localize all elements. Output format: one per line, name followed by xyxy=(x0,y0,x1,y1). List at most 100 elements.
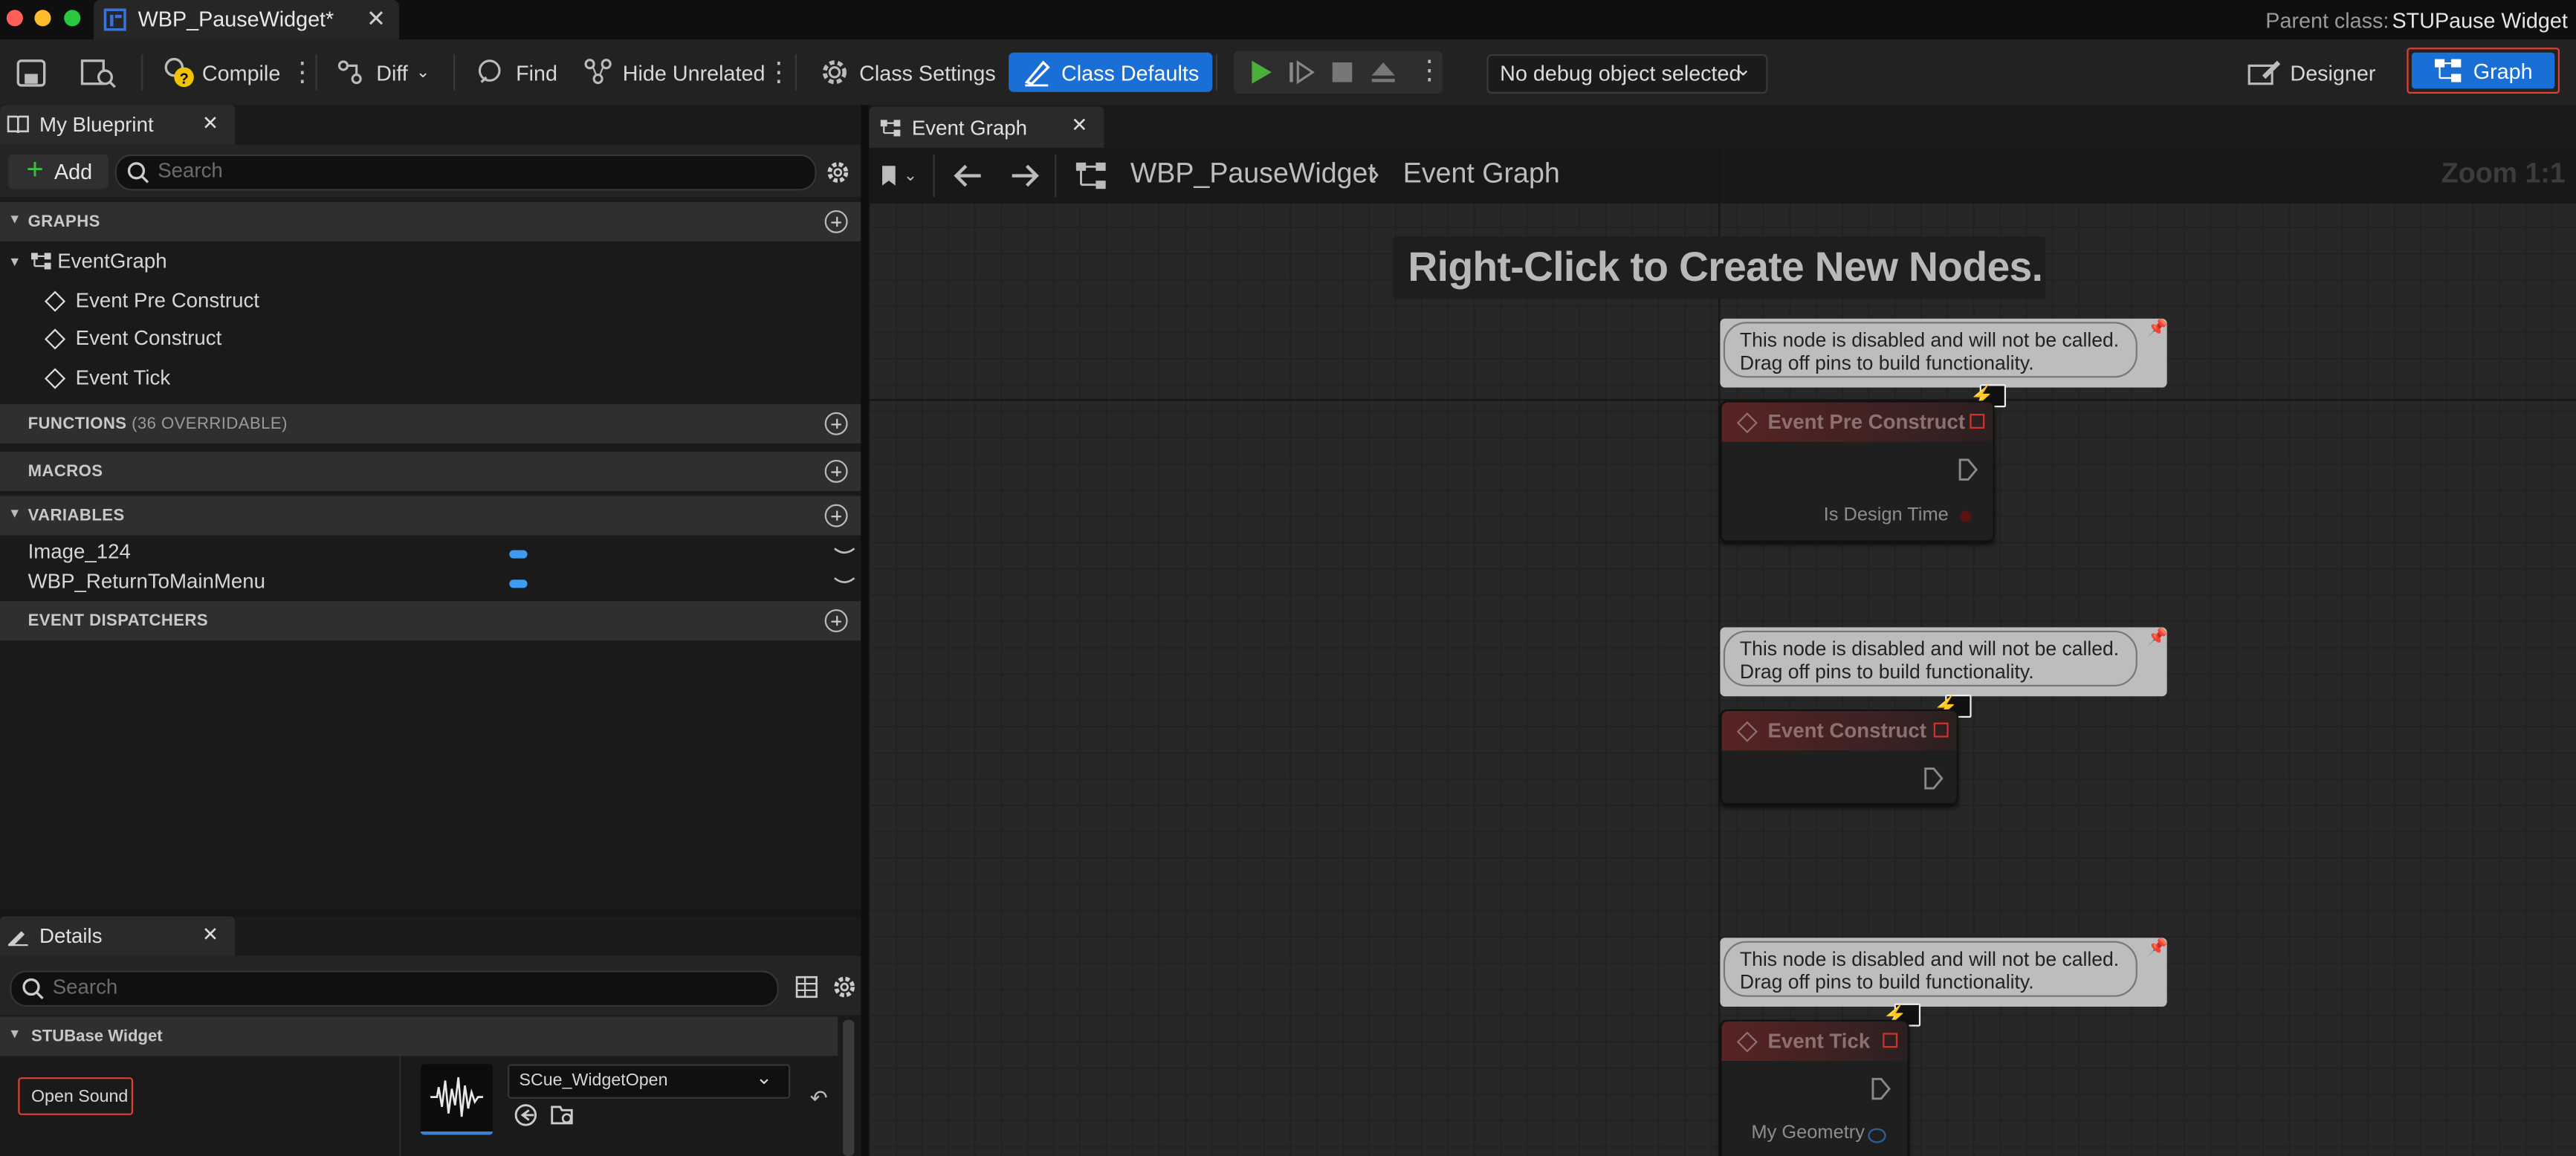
tree-item-eventgraph[interactable]: ▼ EventGraph xyxy=(8,250,167,273)
pin-comment-icon[interactable]: 📌 xyxy=(2147,320,2168,338)
node-event-pre-construct[interactable]: Event Pre Construct Is Design Time xyxy=(1720,400,1995,542)
disabled-node-comment-text: This node is disabled and will not be ca… xyxy=(1723,630,2138,686)
use-selected-asset-icon[interactable] xyxy=(514,1103,537,1126)
close-tab-icon[interactable]: ✕ xyxy=(366,5,386,33)
document-tab[interactable]: WBP_PauseWidget* ✕ xyxy=(93,0,400,40)
class-defaults-button[interactable]: Class Defaults xyxy=(1009,52,1212,92)
breadcrumb-root[interactable]: WBP_PauseWidget xyxy=(1130,158,1376,190)
hide-unrelated-button[interactable]: Hide Unrelated xyxy=(583,53,765,92)
bookmarks-button[interactable]: ⌄ xyxy=(879,159,928,192)
add-function-icon[interactable] xyxy=(824,412,848,435)
reset-to-default-icon[interactable]: ↶ xyxy=(810,1085,828,1111)
exec-output-pin[interactable] xyxy=(1871,1077,1891,1100)
tree-item-event[interactable]: Event Tick xyxy=(44,366,170,389)
play-icon[interactable] xyxy=(1247,59,1273,85)
breadcrumb-current: Event Graph xyxy=(1402,158,1560,189)
graph-mode-button[interactable]: Graph xyxy=(2412,52,2555,89)
search-icon xyxy=(127,162,149,184)
details-tab[interactable]: Details ✕ xyxy=(0,916,236,956)
hide-unrelated-icon xyxy=(584,59,612,85)
collapse-arrow-icon: ▼ xyxy=(8,212,22,227)
eye-closed-icon[interactable] xyxy=(833,575,856,588)
pin-comment-icon[interactable]: 📌 xyxy=(2147,629,2168,647)
table-view-icon[interactable] xyxy=(795,975,818,998)
event-dispatchers-section-header[interactable]: EVENT DISPATCHERS xyxy=(0,601,861,641)
debug-object-dropdown[interactable]: No debug object selected ⌄ xyxy=(1486,53,1768,94)
graph-canvas[interactable]: ⌄ WBP_PauseWidget › Event Graph Zoom 1:1… xyxy=(869,147,2576,1156)
delegate-pin[interactable] xyxy=(1933,722,1949,738)
compile-options-icon[interactable]: ⋮ xyxy=(289,56,315,88)
maximize-window-button[interactable] xyxy=(64,10,81,27)
pin-comment-icon[interactable]: 📌 xyxy=(2147,939,2168,957)
my-blueprint-search-input[interactable]: Search xyxy=(114,154,817,191)
find-button[interactable]: Find xyxy=(476,53,557,92)
add-button[interactable]: + Add xyxy=(8,154,109,189)
compile-button[interactable]: ? Compile xyxy=(163,53,280,92)
play-options-icon[interactable]: ⋮ xyxy=(1416,54,1442,87)
parent-class-link[interactable]: STUPause Widget xyxy=(2392,8,2567,33)
delegate-pin[interactable] xyxy=(1883,1033,1898,1048)
close-tab-icon[interactable]: ✕ xyxy=(1071,114,1087,137)
details-scrollbar[interactable] xyxy=(842,1019,855,1156)
bool-output-pin[interactable] xyxy=(1960,510,1972,522)
browse-in-content-icon[interactable] xyxy=(551,1102,577,1126)
asset-picker-dropdown[interactable]: SCue_WidgetOpen ⌄ xyxy=(508,1064,791,1099)
chevron-down-icon: ⌄ xyxy=(415,63,430,82)
event-graph-tab-label: Event Graph xyxy=(911,115,1027,139)
node-title: Event Pre Construct xyxy=(1767,410,1966,434)
forward-arrow-icon[interactable] xyxy=(1010,163,1040,189)
delegate-pin[interactable] xyxy=(1970,414,1985,429)
diff-button[interactable]: Diff ⌄ xyxy=(337,53,430,92)
variables-section-header[interactable]: ▼ VARIABLES xyxy=(0,496,861,536)
eye-closed-icon[interactable] xyxy=(833,545,856,559)
tree-item-event[interactable]: Event Construct xyxy=(44,327,221,350)
browse-asset-icon[interactable] xyxy=(80,57,117,88)
variable-item[interactable]: WBP_ReturnToMainMenu xyxy=(28,570,265,593)
step-icon[interactable] xyxy=(1288,59,1315,85)
struct-output-pin[interactable] xyxy=(1868,1128,1886,1143)
save-icon[interactable] xyxy=(16,59,46,88)
graphs-section-header[interactable]: ▼ GRAPHS xyxy=(0,201,861,241)
category-header[interactable]: ▼ STUBase Widget xyxy=(0,1016,838,1056)
eject-icon[interactable] xyxy=(1370,59,1397,85)
disabled-node-comment[interactable]: This node is disabled and will not be ca… xyxy=(1720,318,2168,388)
open-sound-property: Open Sound xyxy=(18,1077,134,1115)
designer-mode-button[interactable]: Designer xyxy=(2247,53,2375,92)
event-graph-icon xyxy=(1075,162,1106,189)
node-event-tick[interactable]: Event Tick My Geometry xyxy=(1720,1019,1909,1156)
back-arrow-icon[interactable] xyxy=(953,163,983,189)
functions-section-header[interactable]: FUNCTIONS (36 OVERRIDABLE) xyxy=(0,403,861,444)
sound-asset-thumbnail[interactable] xyxy=(420,1064,493,1135)
close-tab-icon[interactable]: ✕ xyxy=(202,923,219,946)
macros-section-header[interactable]: MACROS xyxy=(0,451,861,491)
event-diamond-icon xyxy=(1736,1030,1758,1052)
minimize-window-button[interactable] xyxy=(34,10,51,27)
panel-splitter[interactable] xyxy=(861,105,870,1156)
exec-output-pin[interactable] xyxy=(1958,458,1978,481)
settings-gear-icon[interactable] xyxy=(832,974,858,1000)
close-tab-icon[interactable]: ✕ xyxy=(202,111,219,134)
zoom-level: Zoom 1:1 xyxy=(2441,158,2566,189)
add-macro-icon[interactable] xyxy=(824,459,848,483)
add-variable-icon[interactable] xyxy=(824,504,848,527)
hide-unrelated-options-icon[interactable]: ⋮ xyxy=(766,56,792,88)
disabled-node-comment[interactable]: This node is disabled and will not be ca… xyxy=(1720,938,2168,1007)
add-event-dispatcher-icon[interactable] xyxy=(824,609,848,633)
add-graph-icon[interactable] xyxy=(824,210,848,233)
column-divider[interactable] xyxy=(399,1056,401,1156)
my-blueprint-tab-label: My Blueprint xyxy=(39,113,154,137)
tree-item-event[interactable]: Event Pre Construct xyxy=(44,289,259,312)
breadcrumb-separator-icon: › xyxy=(1370,158,1380,189)
event-graph-tab[interactable]: Event Graph ✕ xyxy=(869,106,1104,148)
node-event-construct[interactable]: Event Construct xyxy=(1720,709,1958,805)
close-window-button[interactable] xyxy=(6,10,23,27)
variable-item[interactable]: Image_124 xyxy=(28,540,131,563)
exec-output-pin[interactable] xyxy=(1923,767,1944,790)
stop-icon[interactable] xyxy=(1331,61,1354,84)
play-controls: ⋮ xyxy=(1234,51,1443,94)
settings-gear-icon[interactable] xyxy=(825,159,851,185)
my-blueprint-tab[interactable]: My Blueprint ✕ xyxy=(0,105,236,145)
class-settings-button[interactable]: Class Settings xyxy=(820,53,996,92)
details-search-input[interactable]: Search xyxy=(10,970,779,1007)
disabled-node-comment[interactable]: This node is disabled and will not be ca… xyxy=(1720,627,2168,697)
